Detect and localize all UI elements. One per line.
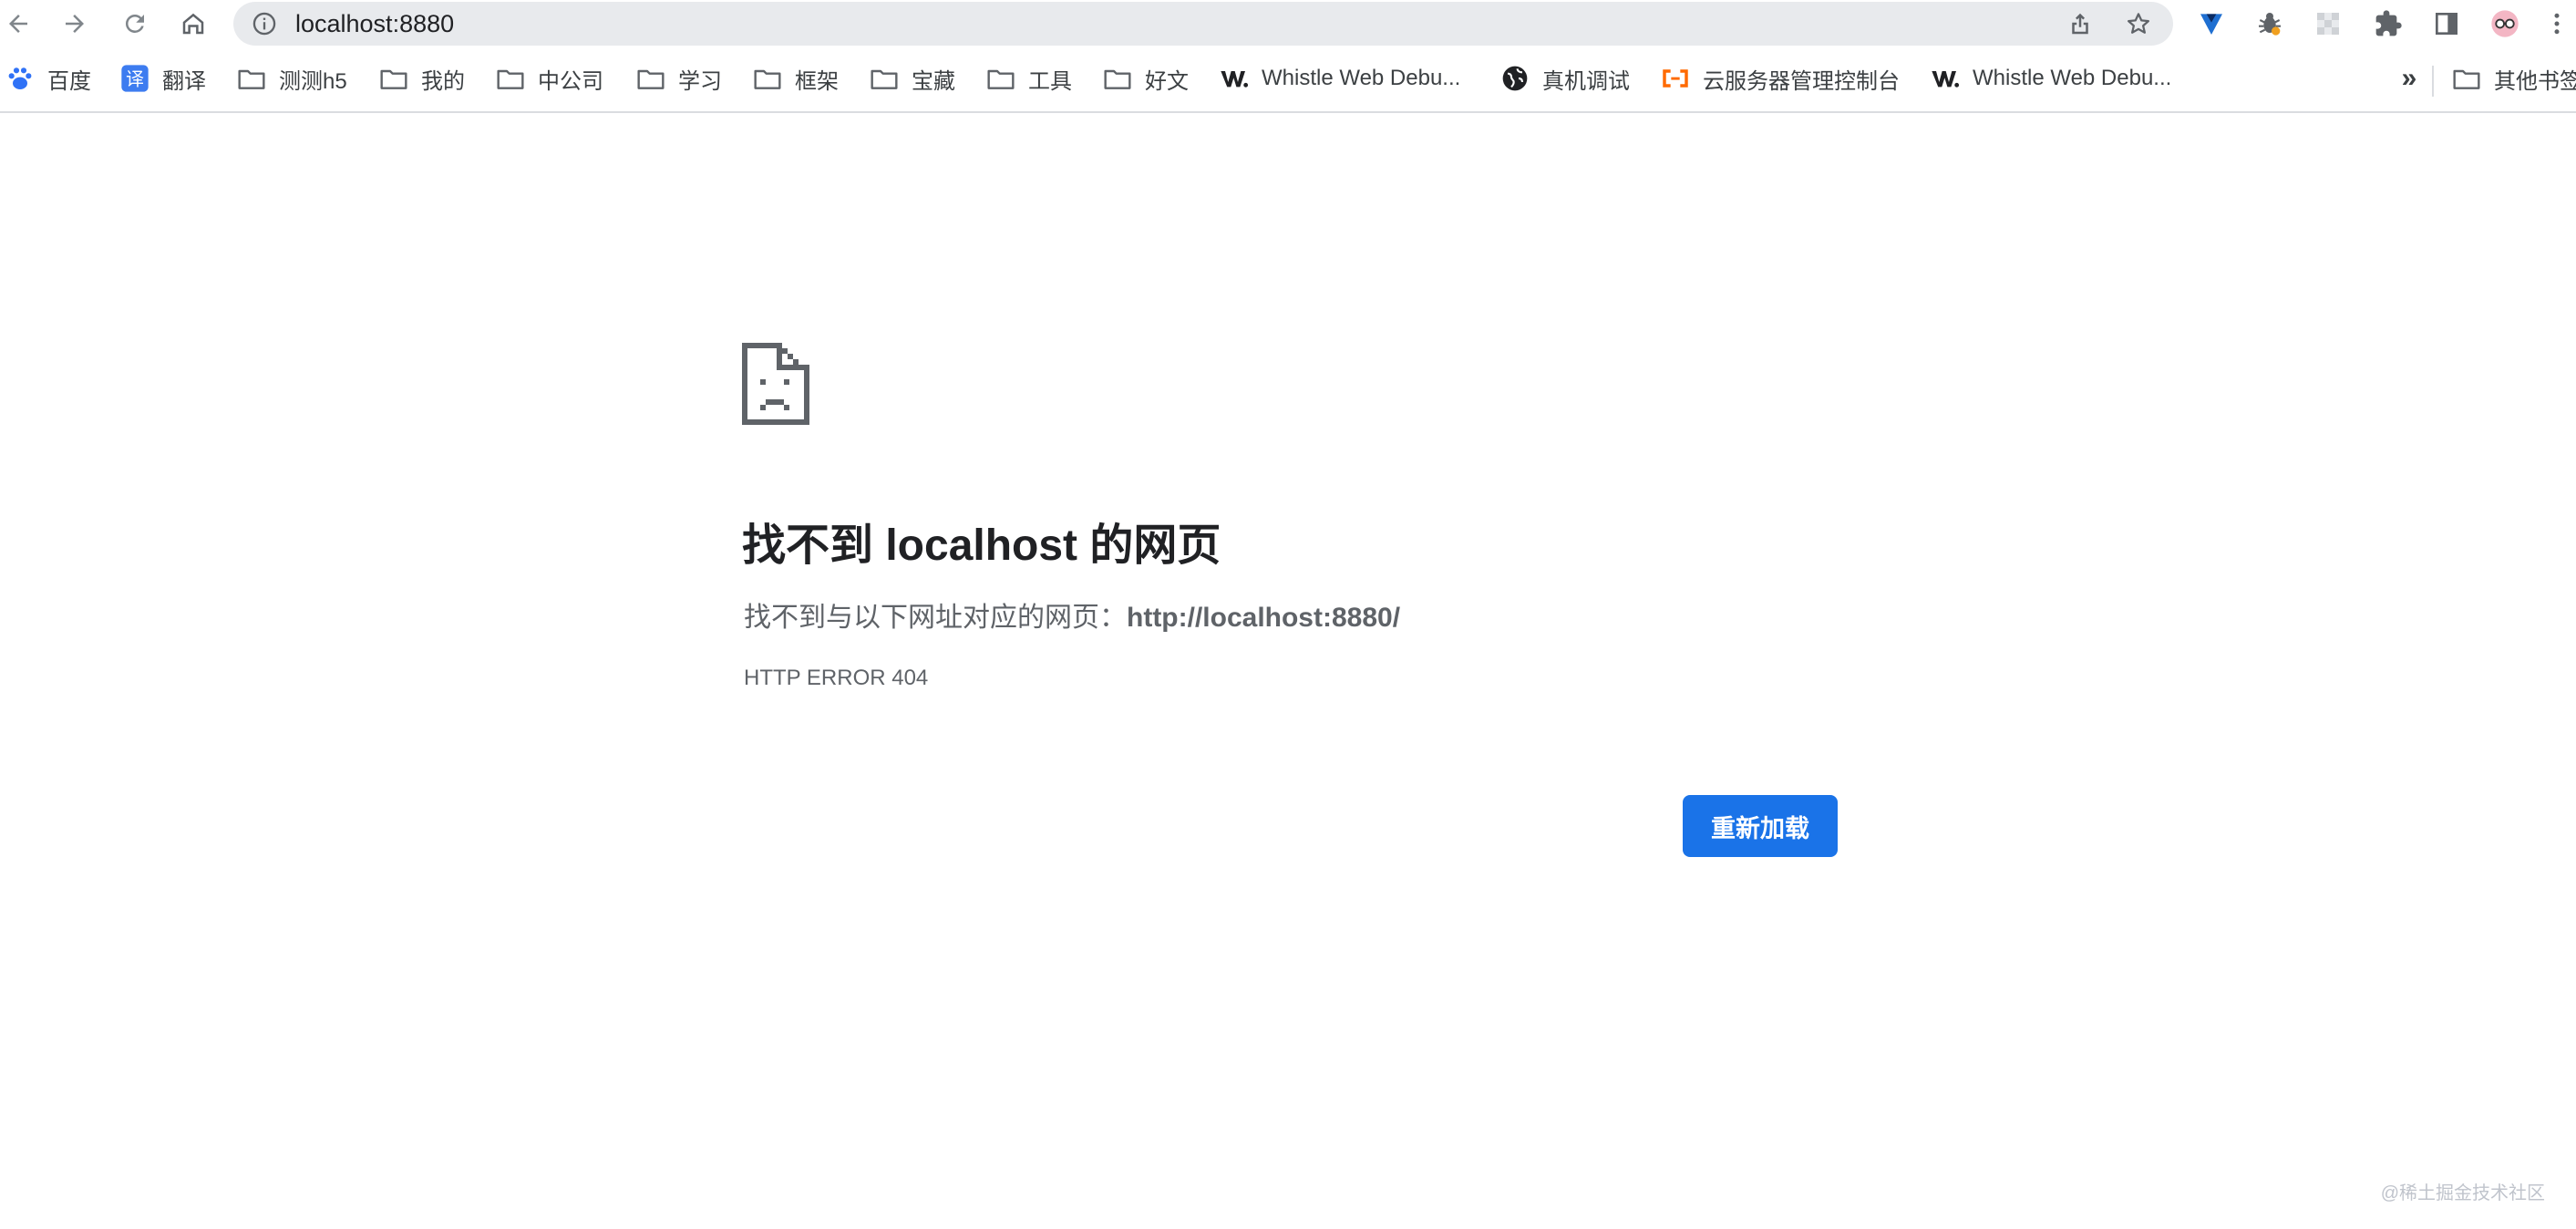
reload-page-button[interactable]: 重新加载 <box>1683 795 1838 857</box>
watermark: @稀土掘金技术社区 <box>2380 1183 2545 1203</box>
bookmark-label: 真机调试 <box>1542 68 1630 94</box>
bookmark-label: 宝藏 <box>912 68 955 94</box>
side-panel-button[interactable] <box>2428 5 2465 42</box>
reload-icon <box>125 14 144 33</box>
bookmark-label: 我的 <box>421 68 465 94</box>
bookmark-label: 好文 <box>1145 68 1189 94</box>
whistle-icon <box>1931 64 1960 93</box>
share-icon <box>2072 13 2088 35</box>
info-icon[interactable] <box>252 11 277 36</box>
bookmark-folder-ceceh5[interactable]: 测测h5 <box>237 58 347 98</box>
url-text[interactable]: localhost:8880 <box>295 2 454 46</box>
folder-icon <box>636 64 665 93</box>
side-panel-icon <box>2436 13 2458 35</box>
bookmark-translate[interactable]: 译 翻译 <box>120 58 206 98</box>
bookmark-folder-xuexi[interactable]: 学习 <box>636 58 722 98</box>
bookmark-label: 翻译 <box>162 68 206 94</box>
reload-button[interactable] <box>117 5 153 42</box>
folder-icon <box>870 64 899 93</box>
profile-avatar-icon <box>2491 10 2519 37</box>
whistle-icon <box>1220 64 1249 93</box>
back-button[interactable] <box>0 5 36 42</box>
bookmark-label: 测测h5 <box>279 68 347 94</box>
checker-extension-icon <box>2317 13 2339 35</box>
error-description: 找不到与以下网址对应的网页：http://localhost:8880/ <box>744 594 1400 635</box>
bookmark-other-folder[interactable]: 其他书签 <box>2452 58 2576 98</box>
bug-extension[interactable] <box>2251 5 2288 42</box>
home-button[interactable] <box>175 5 211 42</box>
forward-arrow-icon <box>66 15 84 33</box>
folder-icon <box>496 64 525 93</box>
baidu-paw-icon <box>5 64 35 93</box>
star-icon <box>2128 13 2149 34</box>
vue-devtools-extension[interactable] <box>2193 5 2230 42</box>
more-menu-icon <box>2554 13 2560 35</box>
aliyun-icon <box>1661 64 1690 93</box>
bookmark-folder-kuangjia[interactable]: 框架 <box>753 58 839 98</box>
home-icon <box>182 13 204 35</box>
checker-extension[interactable] <box>2310 5 2346 42</box>
bookmarks-bar: 百度 译 翻译 测测h5 我的 中公司 学习 框架 宝藏 工具 好文 Whist… <box>0 47 2576 113</box>
translate-icon-text: 译 <box>126 67 144 89</box>
bookmarks-separator <box>2432 66 2434 97</box>
bookmark-label: 工具 <box>1028 68 1072 94</box>
error-code: HTTP ERROR 404 <box>744 666 929 690</box>
browser-toolbar: localhost:8880 <box>0 0 2576 47</box>
bookmarks-overflow-button[interactable]: » <box>2394 60 2425 97</box>
bookmark-label: 中公司 <box>538 68 603 94</box>
folder-icon <box>753 64 782 93</box>
puzzle-icon <box>2375 10 2402 36</box>
error-url: http://localhost:8880/ <box>1127 603 1401 633</box>
bookmark-folder-wode[interactable]: 我的 <box>379 58 465 98</box>
bookmark-baidu[interactable]: 百度 <box>5 58 91 98</box>
error-title: 找不到 localhost 的网页 <box>742 522 1221 570</box>
folder-icon <box>237 64 266 93</box>
bookmark-label: 框架 <box>795 68 839 94</box>
bookmark-star-button[interactable] <box>2122 7 2155 40</box>
bookmark-folder-haowen[interactable]: 好文 <box>1103 58 1189 98</box>
bookmark-label: 学习 <box>678 68 722 94</box>
translate-icon: 译 <box>120 64 149 93</box>
back-arrow-icon <box>9 15 27 33</box>
error-description-text: 找不到与以下网址对应的网页： <box>744 603 1127 633</box>
more-menu-button[interactable] <box>2543 5 2571 42</box>
bookmark-folder-gongju[interactable]: 工具 <box>986 58 1072 98</box>
bug-extension-icon <box>2259 13 2281 36</box>
folder-icon <box>986 64 1015 93</box>
bookmark-aliyun-console[interactable]: 云服务器管理控制台 <box>1661 58 1900 98</box>
bookmark-label: 云服务器管理控制台 <box>1703 68 1900 94</box>
bookmark-folder-zhonggongsi[interactable]: 中公司 <box>496 58 603 98</box>
folder-icon <box>2452 64 2481 93</box>
profile-button[interactable] <box>2487 5 2523 42</box>
folder-icon <box>379 64 408 93</box>
bookmark-label: 百度 <box>47 68 91 94</box>
vue-devtools-icon <box>2200 14 2222 35</box>
bookmark-folder-baozang[interactable]: 宝藏 <box>870 58 955 98</box>
forward-button[interactable] <box>57 5 93 42</box>
bookmark-zhenji-tiaoshi[interactable]: 真机调试 <box>1500 58 1630 98</box>
bookmark-whistle-1[interactable]: Whistle Web Debu... <box>1220 58 1460 98</box>
bookmark-whistle-2[interactable]: Whistle Web Debu... <box>1931 58 2171 98</box>
sad-document-icon <box>742 343 809 425</box>
bookmark-label: Whistle Web Debu... <box>1973 66 2172 90</box>
share-button[interactable] <box>2064 7 2097 40</box>
bookmark-label: Whistle Web Debu... <box>1262 66 1461 90</box>
bookmark-label: 其他书签 <box>2494 68 2576 94</box>
extensions-button[interactable] <box>2370 5 2406 42</box>
folder-icon <box>1103 64 1132 93</box>
address-bar[interactable]: localhost:8880 <box>233 2 2173 46</box>
globe-icon <box>1500 64 1530 93</box>
